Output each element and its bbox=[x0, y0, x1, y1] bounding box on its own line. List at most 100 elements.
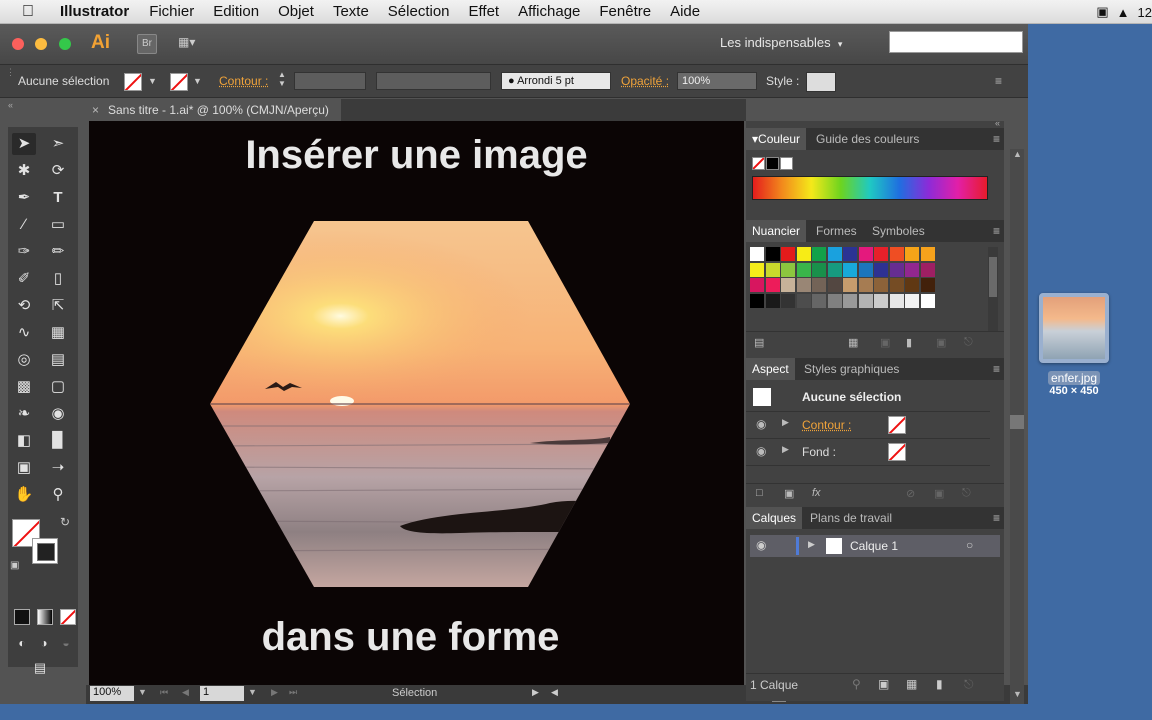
color-swatch[interactable] bbox=[796, 262, 811, 277]
color-swatch[interactable] bbox=[827, 278, 842, 292]
scroll-up-icon[interactable]: ▲ bbox=[1013, 149, 1022, 159]
tab-aspect[interactable]: Aspect bbox=[746, 358, 795, 380]
desktop-file-enfer[interactable]: enfer.jpg 450 × 450 bbox=[1037, 293, 1111, 397]
color-swatch[interactable] bbox=[781, 247, 795, 261]
scale-tool-icon[interactable]: ⇱ bbox=[46, 295, 70, 317]
minimize-window-button[interactable] bbox=[35, 38, 47, 50]
aspect-row-fond[interactable]: ◉ ▶ Fond : bbox=[746, 439, 990, 466]
show-kinds-icon[interactable]: ▦ bbox=[848, 336, 858, 349]
color-swatch[interactable] bbox=[858, 247, 873, 261]
video-camera-icon[interactable]: ▣ bbox=[1096, 4, 1108, 20]
color-swatch[interactable] bbox=[920, 262, 935, 277]
help-search-input[interactable] bbox=[889, 31, 1023, 53]
chart-builder-tool-icon[interactable]: ▤ bbox=[46, 349, 70, 371]
color-swatch[interactable] bbox=[874, 293, 888, 308]
line-tool-icon[interactable]: ∕ bbox=[12, 214, 36, 236]
color-swatch[interactable] bbox=[781, 293, 795, 308]
menu-objet[interactable]: Objet bbox=[278, 3, 314, 20]
color-swatch[interactable] bbox=[796, 278, 811, 292]
new-fill-icon[interactable]: ▣ bbox=[784, 487, 794, 500]
color-swatch[interactable] bbox=[920, 278, 935, 292]
color-mode-button[interactable] bbox=[14, 609, 30, 625]
close-window-button[interactable] bbox=[12, 38, 24, 50]
artboard-dropdown-icon[interactable]: ▼ bbox=[248, 687, 257, 697]
visibility-eye-icon[interactable]: ◉ bbox=[756, 444, 766, 458]
new-stroke-icon[interactable]: □ bbox=[756, 487, 763, 499]
fill-swatch[interactable] bbox=[124, 73, 142, 91]
zoom-tool-icon[interactable]: ⚲ bbox=[46, 484, 70, 506]
color-swatch[interactable] bbox=[812, 278, 826, 292]
nuancier-panel-menu-icon[interactable]: ≡ bbox=[993, 220, 1000, 242]
color-swatch[interactable] bbox=[843, 278, 857, 292]
locate-object-icon[interactable]: ⚲ bbox=[852, 677, 861, 691]
stroke-stepper[interactable]: ▲ ▼ bbox=[278, 70, 286, 88]
zoom-level-field[interactable]: 100% bbox=[90, 686, 134, 701]
layer-name[interactable]: Calque 1 bbox=[850, 539, 898, 553]
color-spectrum-bar[interactable] bbox=[752, 176, 988, 200]
hexagon-clipped-image[interactable] bbox=[210, 221, 631, 587]
symbol-sprayer-tool-icon[interactable]: ◧ bbox=[12, 430, 36, 452]
lasso-tool-icon[interactable]: ⟳ bbox=[46, 160, 70, 182]
color-swatch[interactable] bbox=[750, 247, 764, 261]
panels-vertical-scrollbar[interactable]: ▲ ▼ bbox=[1010, 149, 1024, 704]
screen-mode-icon[interactable]: ▤ bbox=[28, 657, 52, 679]
next-artboard-icon[interactable]: ▶ bbox=[271, 687, 278, 698]
column-graph-tool-icon[interactable]: ▉ bbox=[46, 430, 70, 452]
zoom-dropdown-icon[interactable]: ▼ bbox=[138, 687, 147, 697]
color-swatch[interactable] bbox=[874, 247, 888, 261]
menu-edition[interactable]: Edition bbox=[213, 3, 259, 20]
color-swatch[interactable] bbox=[812, 247, 826, 261]
tab-nuancier[interactable]: Nuancier bbox=[746, 220, 807, 242]
color-swatch[interactable] bbox=[920, 247, 935, 261]
artboard-tool-icon[interactable]: ▣ bbox=[12, 457, 36, 479]
layer-target-icon[interactable]: ○ bbox=[966, 538, 973, 552]
color-swatch[interactable] bbox=[889, 293, 904, 308]
color-swatch[interactable] bbox=[750, 293, 764, 308]
color-swatch[interactable] bbox=[765, 262, 780, 277]
arrange-documents-button[interactable]: ▦▾ bbox=[178, 35, 208, 51]
swatch-options-icon[interactable]: ▣ bbox=[880, 336, 890, 349]
menu-affichage[interactable]: Affichage bbox=[518, 3, 580, 20]
menu-app-name[interactable]: Illustrator bbox=[60, 3, 129, 20]
layer-visibility-eye-icon[interactable]: ◉ bbox=[756, 538, 766, 552]
menu-fichier[interactable]: Fichier bbox=[149, 3, 194, 20]
delete-swatch-icon[interactable]: ⎋ bbox=[964, 336, 973, 349]
stroke-label-link[interactable]: Contour : bbox=[219, 74, 268, 88]
artboard-number-field[interactable]: 1 bbox=[200, 686, 244, 701]
color-swatch[interactable] bbox=[827, 293, 842, 308]
color-swatch[interactable] bbox=[796, 247, 811, 261]
aspect-contour-swatch[interactable] bbox=[888, 416, 906, 434]
stroke-weight-dropdown[interactable] bbox=[294, 72, 366, 90]
slice-tool-icon[interactable]: ➝ bbox=[46, 457, 70, 479]
expand-arrow-icon[interactable]: ▶ bbox=[782, 417, 789, 428]
control-bar-menu-icon[interactable]: ≡ bbox=[995, 74, 1002, 88]
collapse-panels-icon[interactable]: « bbox=[995, 118, 1000, 128]
stroke-indicator[interactable] bbox=[32, 538, 58, 564]
aspect-row-contour[interactable]: ◉ ▶ Contour : bbox=[746, 412, 990, 439]
blob-brush-tool-icon[interactable]: ✐ bbox=[12, 268, 36, 290]
swap-fill-stroke-icon[interactable]: ↻ bbox=[60, 515, 70, 529]
collapse-tools-icon[interactable]: « bbox=[8, 100, 13, 110]
bridge-button[interactable]: Br bbox=[137, 34, 157, 54]
pen-tool-icon[interactable]: ✒ bbox=[12, 187, 36, 209]
color-swatch[interactable] bbox=[874, 278, 888, 292]
close-tab-icon[interactable]: × bbox=[92, 99, 99, 121]
tab-styles-graphiques[interactable]: Styles graphiques bbox=[798, 358, 905, 380]
default-colors-icon[interactable]: ▣ bbox=[10, 560, 19, 571]
last-artboard-icon[interactable]: ⏭ bbox=[289, 687, 297, 698]
color-swatch[interactable] bbox=[812, 293, 826, 308]
tab-calques[interactable]: Calques bbox=[746, 507, 803, 529]
stroke-dropdown-icon[interactable]: ▼ bbox=[193, 76, 202, 86]
color-swatch[interactable] bbox=[765, 278, 780, 292]
vertical-scroll-thumb[interactable] bbox=[1010, 415, 1024, 429]
color-swatch[interactable] bbox=[858, 262, 873, 277]
shape-builder-tool-icon[interactable]: ◎ bbox=[12, 349, 36, 371]
duplicate-item-icon[interactable]: ▣ bbox=[934, 487, 944, 500]
tab-couleur[interactable]: ▾Couleur bbox=[746, 128, 807, 150]
eyedropper-tool-icon[interactable]: ❧ bbox=[12, 403, 36, 425]
status-menu-icon[interactable]: ▶ bbox=[532, 687, 539, 698]
artboard-subtitle-text[interactable]: dans une forme bbox=[89, 615, 738, 660]
color-swatch[interactable] bbox=[905, 262, 919, 277]
gradient-tool-icon[interactable]: ▢ bbox=[46, 376, 70, 398]
tab-formes[interactable]: Formes bbox=[810, 220, 863, 242]
